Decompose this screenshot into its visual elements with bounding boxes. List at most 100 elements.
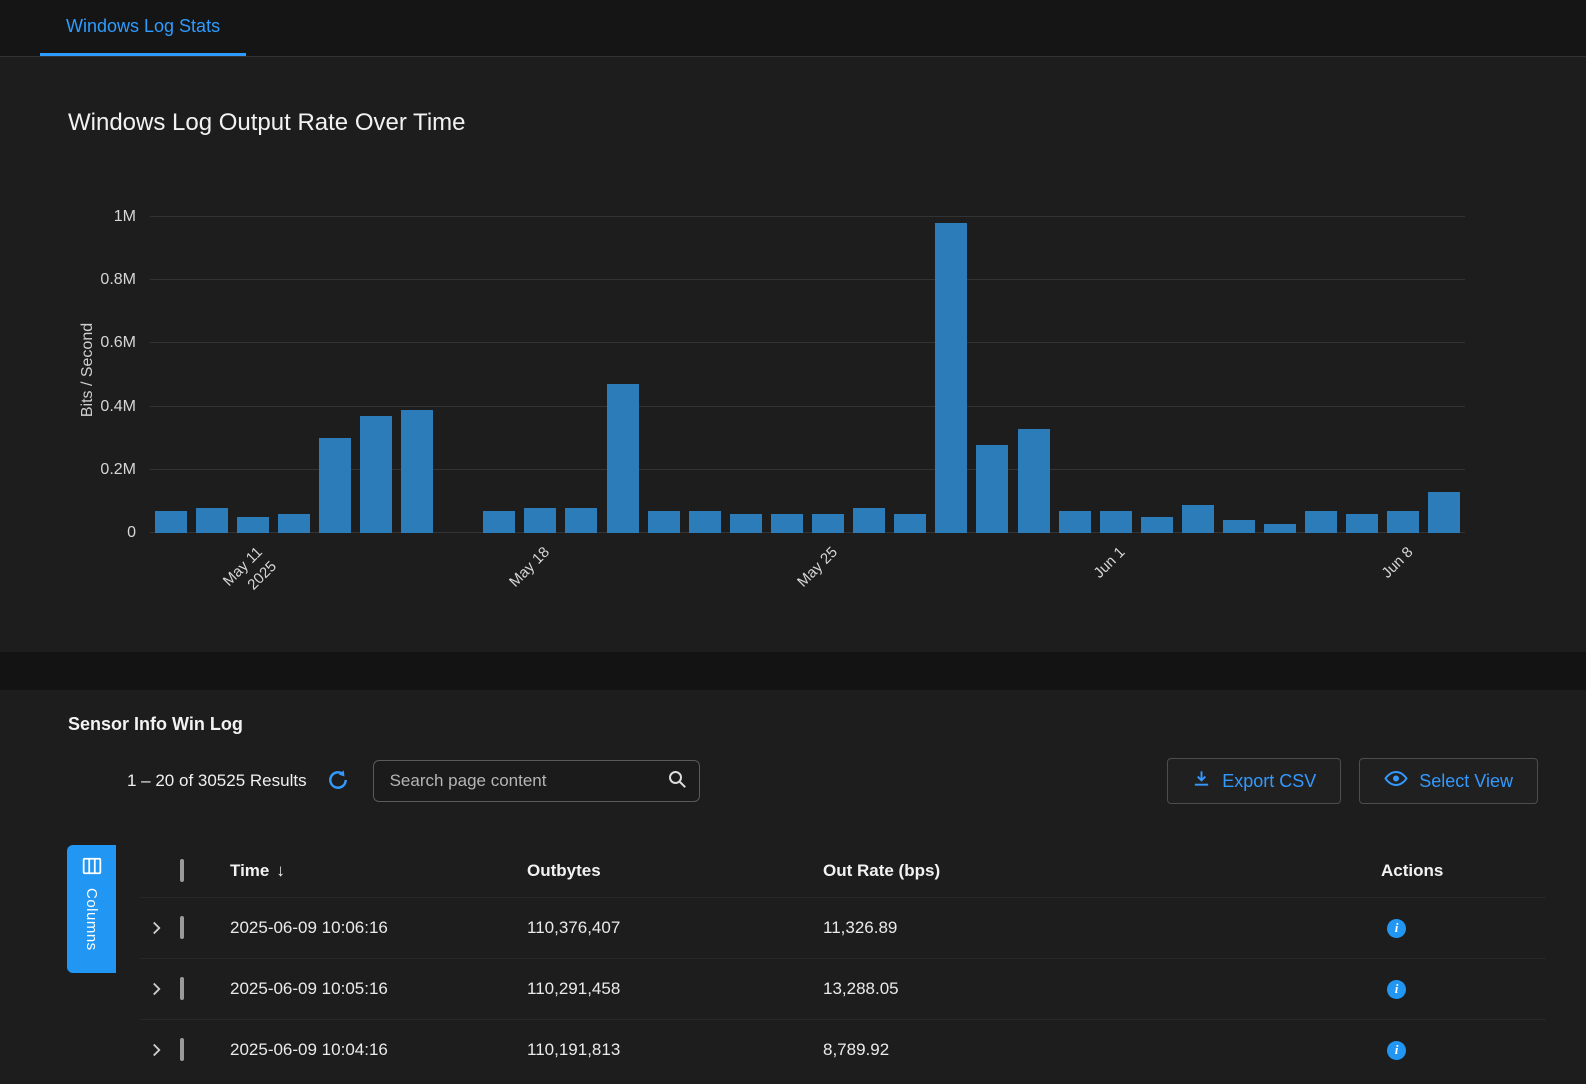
- table-header-row: Time ↓ Outbytes Out Rate (bps) Actions: [140, 845, 1546, 897]
- cell-time: 2025-06-09 10:06:16: [230, 918, 527, 938]
- select-view-label: Select View: [1419, 771, 1513, 792]
- tab-windows-log-stats[interactable]: Windows Log Stats: [40, 0, 246, 56]
- chart-bar: [483, 511, 515, 533]
- chart-bar: [689, 511, 721, 533]
- chart-bar: [237, 517, 269, 533]
- table-row: 2025-06-09 10:05:16 110,291,458 13,288.0…: [140, 958, 1546, 1019]
- results-table: Time ↓ Outbytes Out Rate (bps) Actions 2…: [140, 845, 1546, 1080]
- chart-bar: [976, 445, 1008, 533]
- search-box: [373, 760, 700, 802]
- chart-bar: [196, 508, 228, 533]
- columns-button[interactable]: Columns: [67, 845, 116, 973]
- download-icon: [1192, 769, 1211, 793]
- chart-bar: [1182, 505, 1214, 533]
- row-checkbox[interactable]: [180, 977, 184, 1000]
- refresh-button[interactable]: [325, 768, 351, 794]
- row-expand-chevron[interactable]: [144, 977, 168, 1001]
- x-axis-tick-label: Jun 8: [1377, 543, 1417, 583]
- y-axis-tick-label: 0.6M: [100, 334, 136, 352]
- cell-outbytes: 110,191,813: [527, 1040, 823, 1060]
- x-axis-tick-label: May 112025: [219, 543, 282, 606]
- gridline: [150, 216, 1465, 217]
- header-out-rate[interactable]: Out Rate (bps): [823, 861, 1381, 881]
- chart-bar: [812, 514, 844, 533]
- gridline: [150, 406, 1465, 407]
- header-time-label: Time: [230, 861, 269, 881]
- sort-desc-icon: ↓: [276, 861, 285, 881]
- chart-bar: [278, 514, 310, 533]
- y-axis-tick-label: 0.2M: [100, 461, 136, 479]
- y-axis-tick-label: 0: [127, 524, 136, 542]
- row-expand-chevron[interactable]: [144, 916, 168, 940]
- columns-grid-icon: [82, 856, 102, 881]
- chart-bar: [1428, 492, 1460, 533]
- chart-bar: [648, 511, 680, 533]
- chart-bar: [155, 511, 187, 533]
- chart-bar: [1100, 511, 1132, 533]
- chart-bar: [319, 438, 351, 533]
- header-outbytes[interactable]: Outbytes: [527, 861, 823, 881]
- cell-out-rate: 13,288.05: [823, 979, 1381, 999]
- chart-bar: [1059, 511, 1091, 533]
- results-count: 1 – 20 of 30525 Results: [127, 771, 307, 791]
- x-axis-tick-label: May 18: [506, 543, 555, 592]
- columns-button-label: Columns: [83, 888, 100, 951]
- chart-bar: [607, 384, 639, 533]
- chart-title: Windows Log Output Rate Over Time: [68, 109, 466, 137]
- chart-bar: [935, 223, 967, 533]
- select-view-button[interactable]: Select View: [1359, 758, 1538, 804]
- y-axis-tick-label: 1M: [114, 208, 136, 226]
- chart-bar: [1346, 514, 1378, 533]
- section-divider: [0, 652, 1586, 690]
- gridline: [150, 279, 1465, 280]
- table-toolbar: 1 – 20 of 30525 Results Export CSV Selec…: [127, 758, 1538, 804]
- chart-bar: [1387, 511, 1419, 533]
- table-row: 2025-06-09 10:06:16 110,376,407 11,326.8…: [140, 897, 1546, 958]
- chart-bar: [1141, 517, 1173, 533]
- y-axis-tick-label: 0.8M: [100, 271, 136, 289]
- chart-bar: [771, 514, 803, 533]
- chart-bar: [1223, 520, 1255, 533]
- eye-icon: [1384, 770, 1408, 792]
- chart-bar: [1305, 511, 1337, 533]
- search-input[interactable]: [388, 770, 667, 792]
- search-icon[interactable]: [667, 769, 687, 794]
- chart-bar: [360, 416, 392, 533]
- section-title: Sensor Info Win Log: [68, 714, 243, 734]
- header-actions: Actions: [1381, 861, 1546, 881]
- refresh-icon: [327, 769, 349, 794]
- y-axis-label: Bits / Second: [79, 323, 97, 417]
- info-icon[interactable]: i: [1387, 919, 1406, 938]
- row-checkbox[interactable]: [180, 916, 184, 939]
- chart-bar: [730, 514, 762, 533]
- table-panel: Sensor Info Win Log 1 – 20 of 30525 Resu…: [0, 690, 1586, 1084]
- chart-bar: [565, 508, 597, 533]
- gridline: [150, 342, 1465, 343]
- tab-bar: Windows Log Stats: [0, 0, 1586, 57]
- chart-bar: [853, 508, 885, 533]
- x-axis-tick-label: Jun 1: [1090, 543, 1130, 583]
- info-icon[interactable]: i: [1387, 1041, 1406, 1060]
- chart-panel: Windows Log Output Rate Over Time Bits /…: [0, 57, 1586, 652]
- cell-time: 2025-06-09 10:05:16: [230, 979, 527, 999]
- plot-area: 00.2M0.4M0.6M0.8M1MMay 112025May 18May 2…: [150, 217, 1465, 533]
- cell-outbytes: 110,291,458: [527, 979, 823, 999]
- cell-time: 2025-06-09 10:04:16: [230, 1040, 527, 1060]
- export-csv-button[interactable]: Export CSV: [1167, 758, 1341, 804]
- chart-bar: [1264, 524, 1296, 533]
- select-all-checkbox[interactable]: [180, 859, 184, 882]
- y-axis-tick-label: 0.4M: [100, 398, 136, 416]
- cell-out-rate: 11,326.89: [823, 918, 1381, 938]
- info-icon[interactable]: i: [1387, 980, 1406, 999]
- cell-outbytes: 110,376,407: [527, 918, 823, 938]
- chart-bar: [894, 514, 926, 533]
- chart-bar: [524, 508, 556, 533]
- row-checkbox[interactable]: [180, 1038, 184, 1061]
- chart-bar: [1018, 429, 1050, 533]
- header-time[interactable]: Time ↓: [230, 861, 527, 881]
- row-expand-chevron[interactable]: [144, 1038, 168, 1062]
- table-row: 2025-06-09 10:04:16 110,191,813 8,789.92…: [140, 1019, 1546, 1080]
- export-csv-label: Export CSV: [1222, 771, 1316, 792]
- cell-out-rate: 8,789.92: [823, 1040, 1381, 1060]
- x-axis-tick-label: May 25: [793, 543, 842, 592]
